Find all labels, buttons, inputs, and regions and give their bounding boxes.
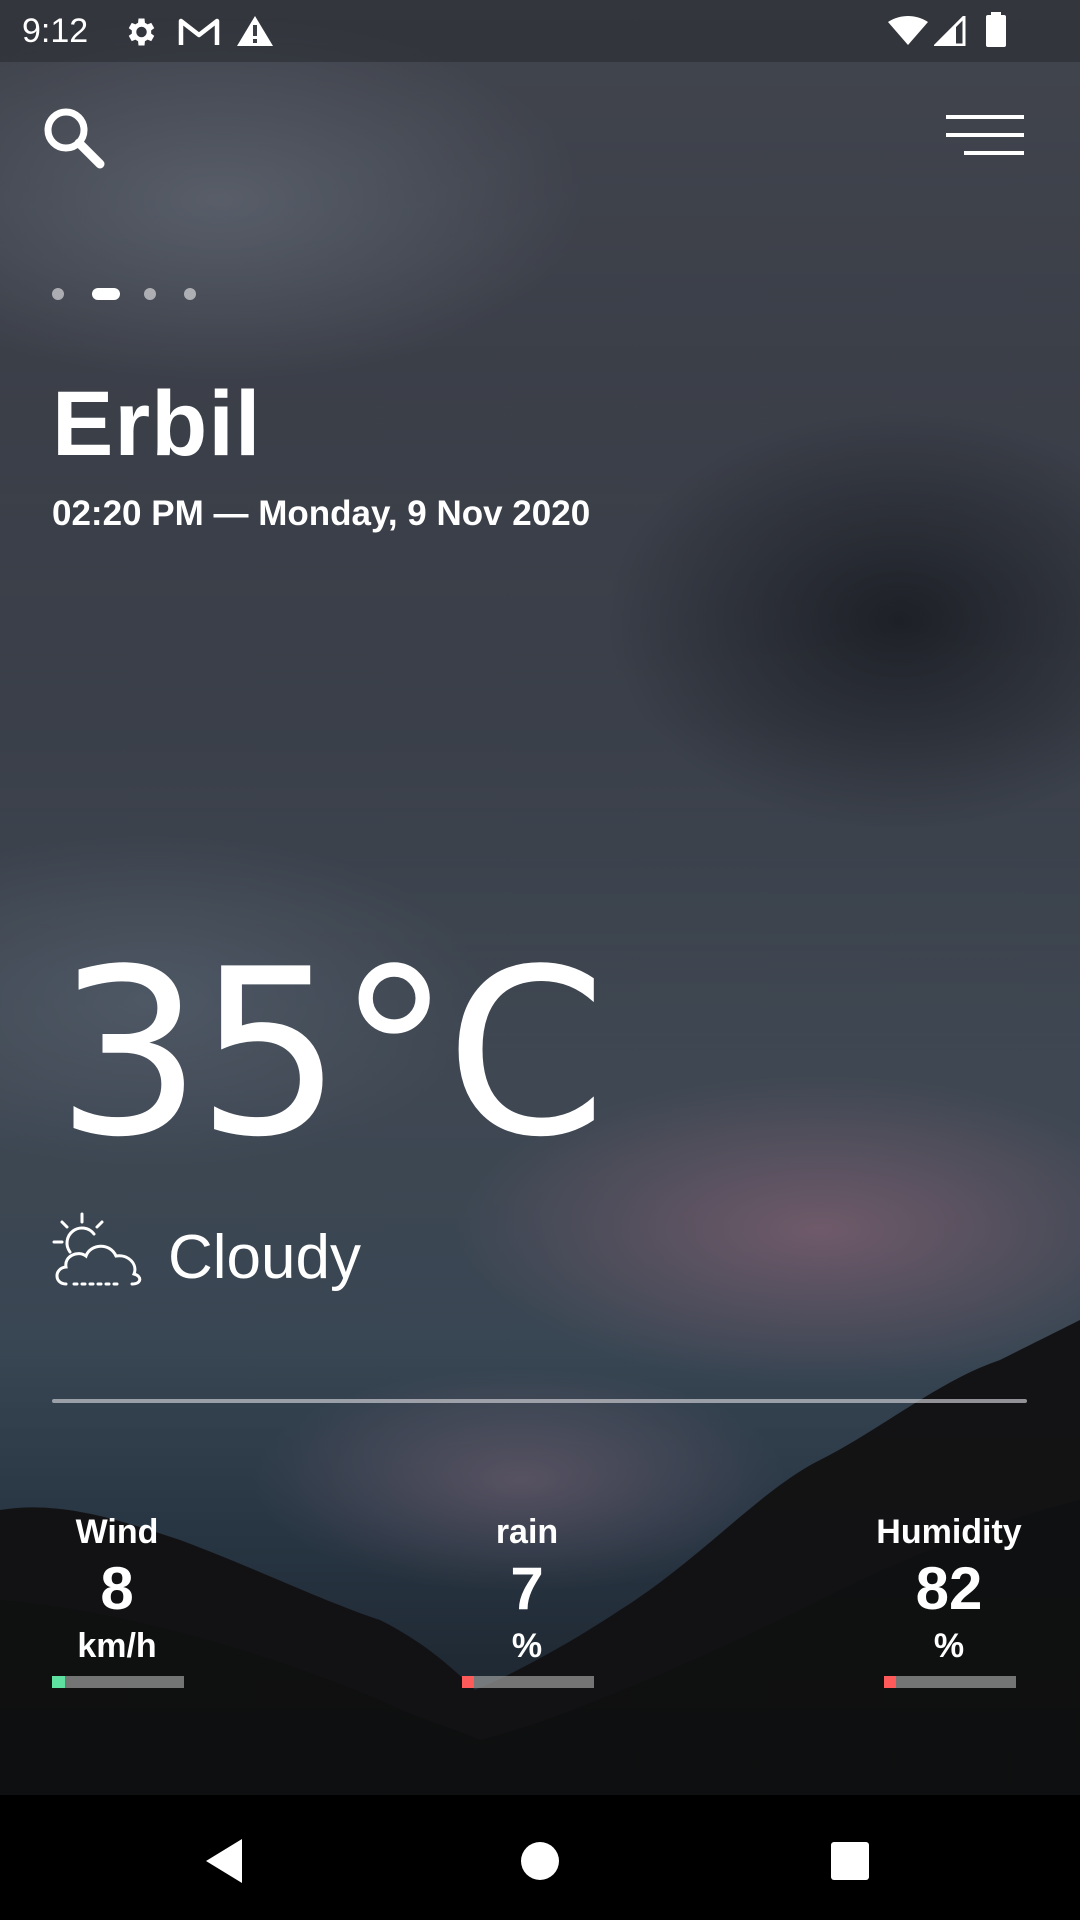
date-time: 02:20 PM — Monday, 9 Nov 2020 [52,494,591,533]
page-dot[interactable] [144,288,156,300]
page-dot[interactable] [52,288,64,300]
rain-stat: rain 7 % [437,1512,617,1666]
rain-value: 7 [510,1555,544,1622]
rain-unit: % [511,1627,543,1665]
humidity-stat: Humidity 82 % [859,1512,1039,1666]
humidity-bar-fill [884,1676,896,1688]
wind-unit: km/h [77,1627,157,1665]
humidity-value: 82 [915,1555,983,1622]
menu-icon[interactable] [946,112,1028,160]
wind-bar [52,1676,184,1688]
home-icon[interactable] [505,1825,575,1895]
rain-bar [462,1676,594,1688]
status-bar: 9:12 [0,0,1080,62]
wind-stat: Wind 8 km/h [27,1512,207,1666]
settings-icon [128,18,155,46]
partly-cloudy-icon [52,1212,142,1286]
rain-label: rain [495,1513,559,1551]
gmail-icon [178,18,220,45]
wifi-icon [888,16,928,45]
back-icon[interactable] [190,1825,260,1895]
recents-icon[interactable] [815,1825,885,1895]
wind-value: 8 [100,1555,134,1622]
weather-condition: Cloudy [168,1223,361,1292]
humidity-label: Humidity [876,1513,1022,1551]
rain-bar-fill [462,1676,474,1688]
search-icon[interactable] [40,104,106,170]
status-time: 9:12 [22,12,89,50]
wind-bar-fill [52,1676,65,1688]
divider [52,1399,1027,1403]
humidity-bar [884,1676,1016,1688]
weather-screen: 9:12 Erbil 02:20 PM — Monday, 9 Nov 2020… [0,0,1080,1920]
cell-signal-icon [934,16,966,46]
humidity-unit: % [933,1627,965,1665]
page-dot[interactable] [184,288,196,300]
page-dot-active[interactable] [92,288,120,300]
temperature-value: 35°C [56,921,606,1188]
battery-icon [986,12,1006,47]
warning-icon [237,16,273,46]
navigation-bar [0,1795,1080,1920]
city-name: Erbil [52,373,262,475]
wind-label: Wind [75,1513,159,1551]
